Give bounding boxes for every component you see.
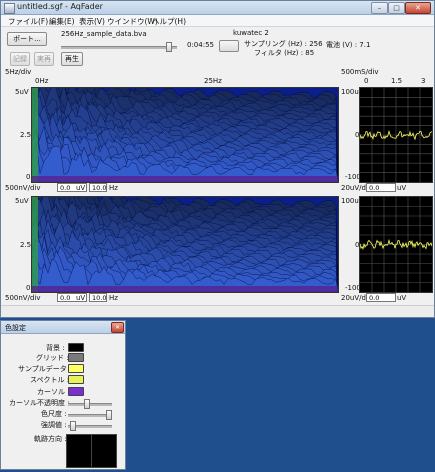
status-bar (1, 305, 434, 317)
emphasis-label: 強調値 : (41, 421, 67, 429)
ch1-spec-unit2: Hz (109, 184, 118, 192)
cursor-opacity-slider[interactable] (68, 399, 112, 409)
menu-bar: ファイル(F) 編集(E) 表示(V) ウインドウ(W) ヘルプ(H) (1, 15, 434, 27)
app-icon (4, 3, 15, 14)
ch1-spec-unit1: uV (76, 184, 86, 192)
grid-color-label: グリッド : (36, 354, 69, 362)
seek-thumb[interactable] (166, 42, 172, 52)
menu-edit[interactable]: 編集(E) (49, 16, 75, 27)
spectrogram-surface (32, 88, 338, 182)
emphasis-thumb[interactable] (70, 421, 76, 431)
ch2-spec-div: 500nV/div (5, 294, 41, 302)
menu-window[interactable]: ウインドウ(W) (107, 16, 158, 27)
filter-value: フィルタ (Hz) : 85 (254, 49, 315, 57)
time-tick-3: 3 (421, 77, 426, 85)
ch2-spec-y-bottom: 0 (26, 284, 31, 292)
main-window: untitled.sgf - AqFader – □ ✕ ファイル(F) 編集(… (0, 0, 435, 318)
ch2-spec-field2[interactable]: 10.0 (89, 293, 107, 302)
spectrum-color-swatch[interactable] (68, 375, 84, 384)
filename-label: 256Hz_sample_data.bva (61, 30, 147, 38)
ch1-spectrogram[interactable] (31, 87, 339, 183)
cursor-opacity-label: カーソル不透明度 : (9, 399, 70, 407)
ch2-spectrogram[interactable] (31, 196, 339, 293)
ch1-spec-y-top: 5uV (15, 88, 29, 96)
ch1-spec-field2[interactable]: 10.0 (89, 183, 107, 192)
title-bar[interactable]: untitled.sgf - AqFader – □ ✕ (1, 1, 434, 15)
grid-color-swatch[interactable] (68, 353, 84, 362)
ch2-spec-y-top: 5uV (15, 197, 29, 205)
time-tick-0: 0 (364, 77, 369, 85)
spectrum-color-label: スペクトル : (30, 376, 70, 384)
ch2-wave-field1[interactable]: 0.0 (366, 293, 396, 302)
bg-color-label: 背景 : (46, 344, 65, 352)
menu-help[interactable]: ヘルプ(H) (152, 16, 186, 27)
seek-track (61, 46, 177, 49)
waveform-surface (360, 197, 432, 292)
window-title: untitled.sgf - AqFader (17, 2, 103, 11)
device-name: kuwatec 2 (233, 29, 269, 37)
color-settings-window: 色設定 ✕ 背景 : グリッド : サンプルデータ : スペクトル : カーソル… (0, 320, 126, 470)
bg-color-swatch[interactable] (68, 343, 84, 352)
color-settings-titlebar[interactable]: 色設定 ✕ (1, 321, 125, 334)
color-depth-label: 色尺度 : (41, 410, 67, 418)
ch1-waveform[interactable] (359, 87, 433, 183)
minimize-button[interactable]: – (371, 2, 388, 14)
ch1-wave-field1[interactable]: 0.0 (366, 183, 396, 192)
color-depth-slider[interactable] (68, 410, 112, 420)
direction-left-button[interactable] (66, 434, 92, 468)
ch2-waveform[interactable] (359, 196, 433, 293)
cursor-opacity-thumb[interactable] (84, 399, 90, 409)
freq-tick-0: 0Hz (35, 77, 49, 85)
menu-view[interactable]: 表示(V) (79, 16, 105, 27)
seek-slider[interactable] (61, 42, 177, 52)
port-button[interactable]: ポート... (7, 32, 47, 46)
direction-label: 軌跡方向 : (34, 435, 67, 443)
color-settings-title: 色設定 (5, 324, 26, 332)
ch2-spec-unit1: uV (76, 294, 86, 302)
cursor-opacity-track (68, 403, 112, 406)
close-button[interactable]: ✕ (405, 2, 431, 14)
record-button[interactable]: 記録 (10, 52, 30, 66)
color-depth-thumb[interactable] (106, 410, 112, 420)
waveform-surface (360, 88, 432, 182)
ch1-spec-y-mid: 2.5 (20, 131, 32, 139)
direction-right-button[interactable] (91, 434, 117, 468)
realtime-button[interactable]: 実再 (34, 52, 54, 66)
time-scale-label: 500mS/div (341, 68, 379, 76)
emphasis-slider[interactable] (68, 421, 112, 431)
time-tick-1-5: 1.5 (391, 77, 403, 85)
spectrogram-surface (32, 197, 338, 292)
ch2-spec-unit2: Hz (109, 294, 118, 302)
time-display: 0:04:55 (187, 41, 214, 49)
cursor-color-swatch[interactable] (68, 387, 84, 396)
device-button[interactable] (219, 40, 239, 52)
sample-color-swatch[interactable] (68, 364, 84, 373)
menu-file[interactable]: ファイル(F) (8, 16, 48, 27)
play-button[interactable]: 再生 (61, 52, 83, 66)
freq-scale-label: 5Hz/div (5, 68, 32, 76)
freq-tick-25: 25Hz (204, 77, 222, 85)
ch2-spec-y-mid: 2.5 (20, 241, 32, 249)
ch1-spec-div: 500nV/div (5, 184, 41, 192)
sample-color-label: サンプルデータ : (18, 365, 72, 373)
color-settings-close-button[interactable]: ✕ (111, 322, 124, 333)
cursor-color-label: カーソル : (37, 388, 70, 396)
ch1-wave-unit1: uV (397, 184, 407, 192)
maximize-button[interactable]: □ (388, 2, 405, 14)
ch1-spec-y-bottom: 0 (26, 173, 31, 181)
ch2-wave-unit1: uV (397, 294, 407, 302)
battery-voltage: 電池 (V) : 7.1 (326, 41, 371, 49)
